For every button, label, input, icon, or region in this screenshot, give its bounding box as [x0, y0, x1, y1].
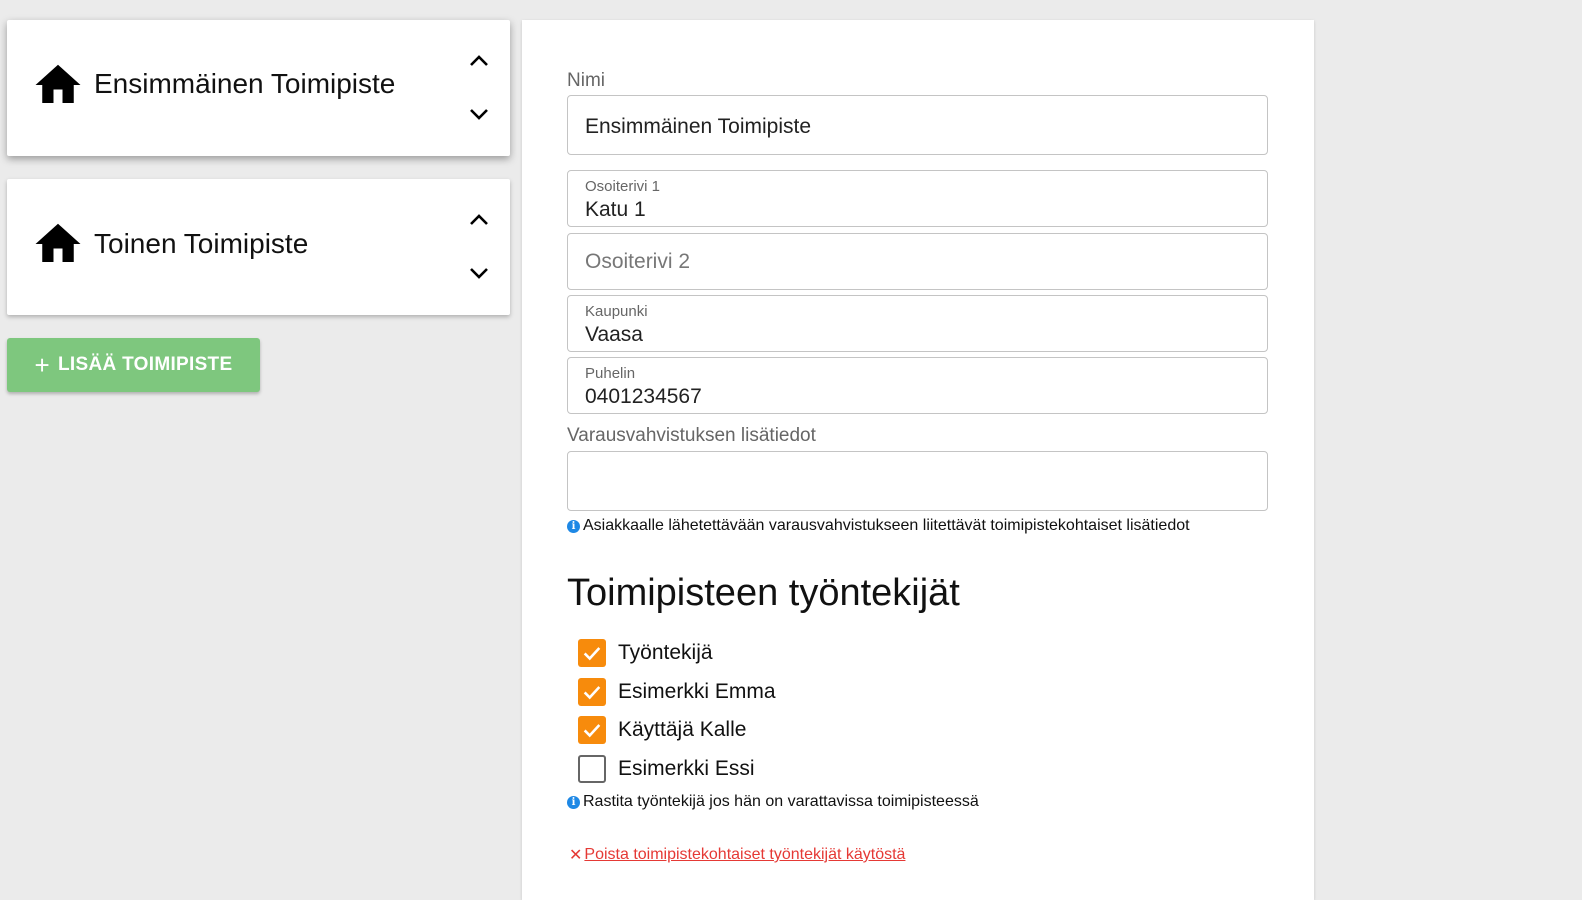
chevron-up-icon[interactable] [467, 49, 491, 73]
chevron-up-icon[interactable] [467, 208, 491, 232]
city-value: Vaasa [585, 323, 643, 346]
house-icon [35, 64, 81, 103]
city-field[interactable]: Kaupunki Vaasa [567, 295, 1268, 352]
phone-field[interactable]: Puhelin 0401234567 [567, 357, 1268, 414]
phone-label: Puhelin [585, 365, 636, 382]
employee-checkbox-row[interactable]: Esimerkki Emma [578, 678, 776, 706]
close-icon: ✕ [569, 847, 583, 864]
employees-title: Toimipisteen työntekijät [567, 572, 960, 614]
employee-checkbox-row[interactable]: Käyttäjä Kalle [578, 716, 746, 744]
name-value: Ensimmäinen Toimipiste [585, 115, 812, 138]
add-location-button[interactable]: + LISÄÄ TOIMIPISTE [7, 338, 260, 392]
checkbox-checked[interactable] [578, 678, 606, 706]
address2-field[interactable]: Osoiterivi 2 [567, 233, 1268, 290]
employee-name: Esimerkki Emma [618, 680, 776, 703]
chevron-down-icon[interactable] [467, 102, 491, 126]
city-label: Kaupunki [585, 303, 648, 320]
extra-info-help-text: Asiakkaalle lähetettävään varausvahvistu… [583, 517, 1190, 534]
check-icon [583, 647, 601, 661]
extra-info-help: i Asiakkaalle lähetettävään varausvahvis… [567, 517, 1190, 535]
employee-name: Työntekijä [618, 641, 713, 664]
employee-checkbox-row[interactable]: Työntekijä [578, 639, 713, 667]
house-icon [35, 223, 81, 262]
name-label: Nimi [567, 70, 605, 91]
remove-employees-label: Poista toimipistekohtaiset työntekijät k… [584, 846, 906, 863]
checkbox-checked[interactable] [578, 716, 606, 744]
check-icon [583, 686, 601, 700]
check-icon [583, 724, 601, 738]
address2-placeholder: Osoiterivi 2 [585, 250, 691, 273]
info-icon: i [567, 519, 580, 533]
chevron-down-icon[interactable] [467, 261, 491, 285]
phone-value: 0401234567 [585, 385, 702, 408]
name-field[interactable]: Ensimmäinen Toimipiste [567, 95, 1268, 155]
plus-icon: + [34, 350, 51, 380]
checkbox-unchecked[interactable] [578, 755, 606, 783]
extra-info-label: Varausvahvistuksen lisätiedot [567, 425, 816, 446]
employees-help-text: Rastita työntekijä jos hän on varattavis… [583, 793, 979, 810]
employee-checkbox-row[interactable]: Esimerkki Essi [578, 755, 755, 783]
address1-field[interactable]: Osoiterivi 1 Katu 1 [567, 170, 1268, 227]
address1-value: Katu 1 [585, 198, 646, 221]
location-name: Toinen Toimipiste [94, 228, 309, 259]
checkbox-checked[interactable] [578, 639, 606, 667]
location-card-1[interactable]: Ensimmäinen Toimipiste [7, 20, 510, 156]
location-card-2[interactable]: Toinen Toimipiste [7, 179, 510, 315]
info-icon: i [567, 795, 580, 809]
employee-name: Käyttäjä Kalle [618, 718, 747, 741]
remove-employees-link[interactable]: ✕ Poista toimipistekohtaiset työntekijät… [569, 845, 905, 865]
employee-name: Esimerkki Essi [618, 757, 755, 780]
add-location-label: LISÄÄ TOIMIPISTE [58, 354, 233, 375]
location-name: Ensimmäinen Toimipiste [94, 68, 396, 99]
address1-label: Osoiterivi 1 [585, 178, 661, 195]
extra-info-field[interactable] [567, 451, 1268, 511]
employees-help: i Rastita työntekijä jos hän on varattav… [567, 793, 979, 811]
